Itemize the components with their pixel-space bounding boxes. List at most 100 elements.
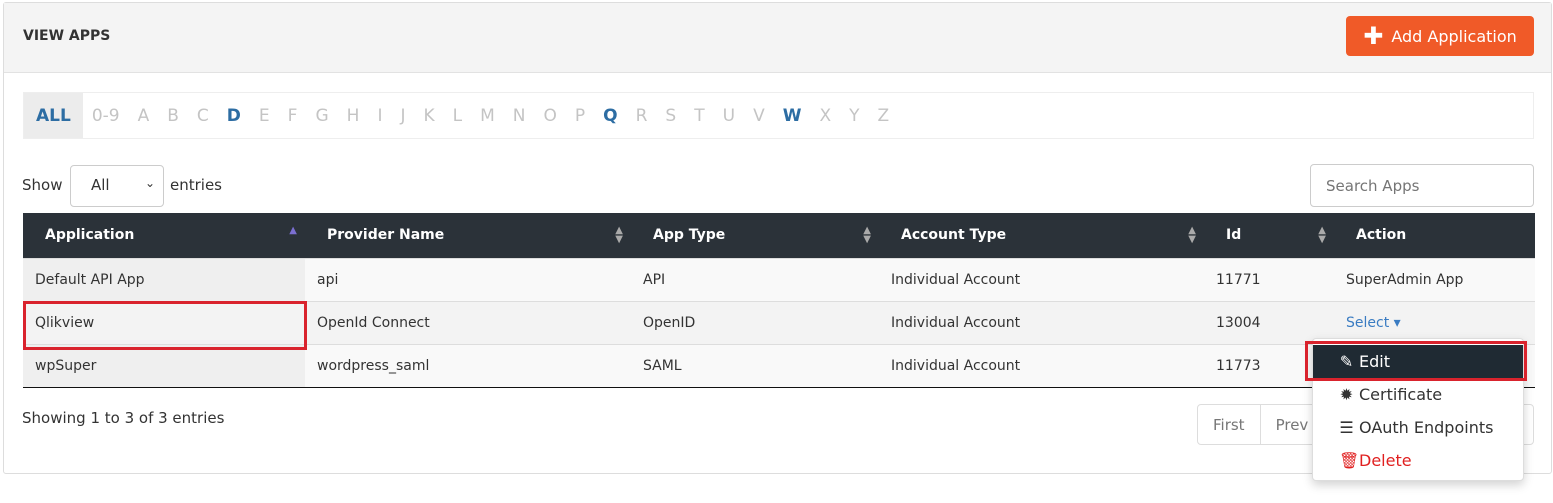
cell-text: Individual Account xyxy=(891,314,1021,331)
alpha-filter-v[interactable]: V xyxy=(744,93,774,138)
add-application-label: Add Application xyxy=(1391,26,1517,46)
alpha-filter-p[interactable]: P xyxy=(566,93,594,138)
plus-icon: ✚ xyxy=(1363,22,1384,50)
sort-icon: ▲ ▼ xyxy=(1318,225,1326,245)
column-label: Provider Name xyxy=(327,227,445,244)
cell-provider-name: api xyxy=(305,257,631,301)
trash-icon: 🗑 xyxy=(1339,451,1360,470)
menu-label: Certificate xyxy=(1359,385,1443,404)
add-application-button[interactable]: ✚ Add Application xyxy=(1346,16,1534,56)
alpha-filter-b[interactable]: B xyxy=(158,93,188,138)
column-label: Id xyxy=(1226,227,1242,244)
column-header-app-type[interactable]: App Type ▲ ▼ xyxy=(631,213,879,258)
menu-item-oauth-endpoints[interactable]: ☰ OAuth Endpoints xyxy=(1313,411,1523,444)
alpha-filter-h[interactable]: H xyxy=(338,93,369,138)
cell-text: wpSuper xyxy=(35,357,97,374)
cell-app-type: API xyxy=(631,257,879,301)
cell-text: wordpress_saml xyxy=(317,357,430,374)
column-header-action[interactable]: Action xyxy=(1334,213,1535,258)
column-label: Action xyxy=(1356,227,1407,244)
column-label: App Type xyxy=(653,227,726,244)
sort-asc-icon: ▲ xyxy=(289,225,297,236)
column-header-provider-name[interactable]: Provider Name ▲ ▼ xyxy=(305,213,631,258)
cell-text: API xyxy=(643,271,666,288)
cell-account-type: Individual Account xyxy=(879,343,1204,388)
alpha-filter-j[interactable]: J xyxy=(391,93,414,138)
alpha-filter-x[interactable]: X xyxy=(810,93,840,138)
cell-provider-name: OpenId Connect xyxy=(305,300,631,344)
alpha-filter-i[interactable]: I xyxy=(368,93,391,138)
alpha-filter-e[interactable]: E xyxy=(250,93,279,138)
alpha-filter-n[interactable]: N xyxy=(504,93,535,138)
cell-app-type: SAML xyxy=(631,343,879,388)
cell-text: OpenID xyxy=(643,314,696,331)
chevron-down-icon: ⌄ xyxy=(144,176,155,190)
highlight-box-qlikview xyxy=(23,301,307,350)
alpha-filter-f[interactable]: F xyxy=(279,93,307,138)
cell-id: 11771 xyxy=(1204,257,1334,301)
alpha-filter-a[interactable]: A xyxy=(129,93,159,138)
alpha-filter-all[interactable]: ALL xyxy=(24,93,83,138)
alphabet-filter: ALL 0-9 A B C D E F G H I J K L M N O P Q R S T U V W X Y Z xyxy=(23,92,1534,139)
alpha-filter-y[interactable]: Y xyxy=(840,93,868,138)
entries-select-value: All xyxy=(91,176,110,194)
sort-icon: ▲ ▼ xyxy=(1188,225,1196,245)
cell-action: SuperAdmin App xyxy=(1334,257,1535,301)
caret-down-icon[interactable]: ▾ xyxy=(1389,315,1401,331)
search-input[interactable] xyxy=(1310,164,1534,207)
alpha-filter-m[interactable]: M xyxy=(471,93,504,138)
menu-item-certificate[interactable]: ✹ Certificate xyxy=(1313,378,1523,411)
menu-label: Delete xyxy=(1359,451,1412,470)
table-row: Default API App api API Individual Account 1… xyxy=(23,257,1535,301)
cell-text: Individual Account xyxy=(891,271,1021,288)
pager-first[interactable]: First xyxy=(1198,405,1261,444)
alpha-filter-t[interactable]: T xyxy=(685,93,713,138)
alpha-filter-0-9[interactable]: 0-9 xyxy=(83,93,129,138)
alpha-filter-r[interactable]: R xyxy=(627,93,657,138)
cell-text: Individual Account xyxy=(891,357,1021,374)
alpha-filter-o[interactable]: O xyxy=(535,93,566,138)
sort-icon: ▲ ▼ xyxy=(615,225,623,245)
column-header-application[interactable]: Application ▲ xyxy=(23,213,305,258)
sort-icon: ▲ ▼ xyxy=(863,225,871,245)
alpha-filter-g[interactable]: G xyxy=(306,93,337,138)
cell-app-type: OpenID xyxy=(631,300,879,344)
cell-account-type: Individual Account xyxy=(879,300,1204,344)
table-info: Showing 1 to 3 of 3 entries xyxy=(22,409,225,427)
alpha-filter-z[interactable]: Z xyxy=(869,93,899,138)
alpha-filter-w[interactable]: W xyxy=(774,93,811,138)
entries-select[interactable]: All ⌄ xyxy=(70,165,164,207)
cell-text: SAML xyxy=(643,357,682,374)
menu-label: OAuth Endpoints xyxy=(1359,418,1494,437)
entries-label: entries xyxy=(170,176,222,194)
show-label: Show xyxy=(22,176,63,194)
cell-text: api xyxy=(317,271,339,288)
alpha-filter-s[interactable]: S xyxy=(656,93,685,138)
alpha-filter-d[interactable]: D xyxy=(218,93,250,138)
cell-text: SuperAdmin App xyxy=(1346,271,1464,288)
menu-item-delete[interactable]: 🗑 Delete xyxy=(1313,444,1523,477)
cell-text: 11773 xyxy=(1216,357,1261,374)
column-label: Account Type xyxy=(901,227,1007,244)
cell-application: wpSuper xyxy=(23,343,305,388)
list-icon: ☰ xyxy=(1339,418,1354,437)
cell-text: OpenId Connect xyxy=(317,314,430,331)
cell-application: Default API App xyxy=(23,257,305,301)
alpha-filter-q[interactable]: Q xyxy=(594,93,626,138)
cell-text: Default API App xyxy=(35,271,145,288)
column-header-id[interactable]: Id ▲ ▼ xyxy=(1204,213,1334,258)
alpha-filter-c[interactable]: C xyxy=(188,93,218,138)
cell-provider-name: wordpress_saml xyxy=(305,343,631,388)
highlight-box-edit xyxy=(1305,341,1527,381)
column-label: Application xyxy=(45,227,135,244)
panel-header: VIEW APPS ✚ Add Application xyxy=(4,3,1551,73)
cell-text: 11771 xyxy=(1216,271,1261,288)
alpha-filter-u[interactable]: U xyxy=(714,93,744,138)
certificate-icon: ✹ xyxy=(1339,385,1354,404)
cell-account-type: Individual Account xyxy=(879,257,1204,301)
column-header-account-type[interactable]: Account Type ▲ ▼ xyxy=(879,213,1204,258)
alpha-filter-l[interactable]: L xyxy=(444,93,471,138)
alpha-filter-k[interactable]: K xyxy=(414,93,443,138)
page-title: VIEW APPS xyxy=(23,28,111,44)
action-select-dropdown[interactable]: Select xyxy=(1346,315,1389,331)
